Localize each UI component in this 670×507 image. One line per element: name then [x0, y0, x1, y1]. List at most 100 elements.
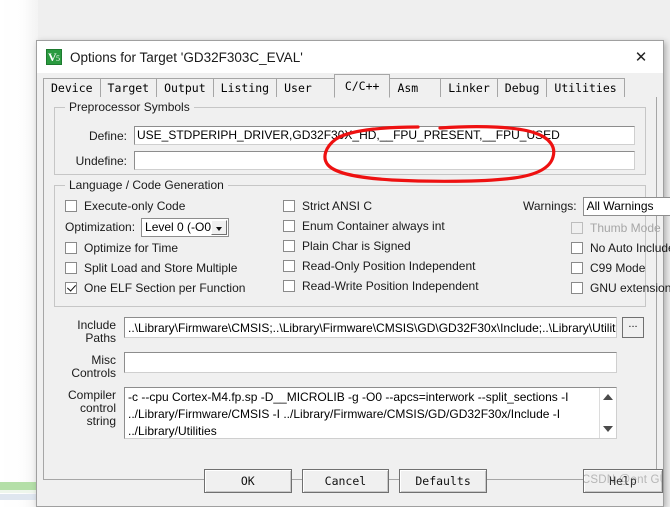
- paths-section: Include Paths ..\Library\Firmware\CMSIS;…: [54, 317, 646, 439]
- ok-button[interactable]: OK: [204, 469, 292, 493]
- checkbox-read-only-position-independent[interactable]: Read-Only Position Independent: [283, 256, 523, 276]
- tab-user[interactable]: User: [276, 78, 335, 97]
- include-paths-label-line2: Paths: [85, 331, 116, 345]
- misc-controls-label-line1: Misc: [91, 353, 116, 367]
- include-paths-label: Include Paths: [56, 317, 124, 345]
- misc-controls-label-line2: Controls: [71, 366, 116, 380]
- tab-output[interactable]: Output: [156, 78, 214, 97]
- define-input[interactable]: USE_STDPERIPH_DRIVER,GD32F30X_HD,__FPU_P…: [134, 126, 635, 145]
- compiler-label-line1: Compiler: [67, 388, 116, 402]
- title-bar: Options for Target 'GD32F303C_EVAL' ✕: [37, 41, 663, 73]
- define-label: Define:: [88, 128, 127, 143]
- checkbox-box: [571, 282, 583, 294]
- close-icon[interactable]: ✕: [619, 42, 663, 73]
- c-cpp-tab-page: Preprocessor Symbols Define: USE_STDPERI…: [43, 97, 670, 480]
- checkbox-box: [571, 262, 583, 274]
- window-title: Options for Target 'GD32F303C_EVAL': [70, 49, 303, 65]
- dialog-footer: OK Cancel Defaults CSDN @ent GU Help: [37, 456, 663, 506]
- compiler-control-string-box: -c --cpu Cortex-M4.fp.sp -D__MICROLIB -g…: [124, 387, 617, 439]
- help-button-label: Help: [609, 474, 637, 488]
- checkbox-execute-only-code[interactable]: Execute-only Code: [65, 196, 283, 216]
- defaults-button[interactable]: Defaults: [399, 469, 487, 493]
- checkbox-strict-ansi-c[interactable]: Strict ANSI C: [283, 196, 523, 216]
- language-column-middle: Strict ANSI C Enum Container always int …: [283, 196, 523, 298]
- compiler-control-string-row: Compiler control string -c --cpu Cortex-…: [56, 387, 644, 439]
- undefine-input[interactable]: [134, 151, 635, 170]
- checkbox-box: [65, 242, 77, 254]
- optimization-value: Level 0 (-O0): [145, 220, 212, 234]
- optimization-label: Optimization:: [65, 220, 136, 234]
- checkbox-no-auto-includes[interactable]: No Auto Includes: [523, 238, 670, 258]
- checkbox-box: [65, 262, 77, 274]
- keil-uvision-icon: [46, 49, 62, 65]
- checkbox-read-write-position-independent[interactable]: Read-Write Position Independent: [283, 276, 523, 296]
- compiler-control-string-label: Compiler control string: [56, 387, 124, 428]
- checkbox-label: Read-Write Position Independent: [302, 279, 479, 293]
- checkbox-label: Read-Only Position Independent: [302, 259, 476, 273]
- tab-device[interactable]: Device: [43, 78, 101, 97]
- preprocessor-symbols-legend: Preprocessor Symbols: [65, 100, 194, 114]
- checkbox-label: Execute-only Code: [84, 199, 186, 213]
- compiler-control-string-text: -c --cpu Cortex-M4.fp.sp -D__MICROLIB -g…: [128, 390, 569, 438]
- checkbox-label: Thumb Mode: [590, 221, 661, 235]
- tab-c-cpp[interactable]: C/C++: [333, 74, 391, 98]
- checkbox-label: Strict ANSI C: [302, 199, 373, 213]
- checkbox-gnu-extensions[interactable]: GNU extensions: [523, 278, 670, 298]
- language-column-right: Warnings: All Warnings Thumb Mode No Aut…: [523, 196, 670, 298]
- undefine-label: Undefine:: [75, 153, 127, 168]
- background-editor-panel: [0, 0, 38, 507]
- compiler-label-line3: string: [86, 414, 116, 428]
- checkbox-c99-mode[interactable]: C99 Mode: [523, 258, 670, 278]
- checkbox-box: [65, 200, 77, 212]
- cancel-button[interactable]: Cancel: [301, 469, 390, 493]
- tab-strip: Device Target Output Listing User C/C++ …: [43, 73, 663, 98]
- warnings-select[interactable]: All Warnings: [582, 196, 670, 216]
- include-paths-label-line1: Include: [77, 318, 116, 332]
- tab-utilities[interactable]: Utilities: [546, 78, 625, 97]
- checkbox-optimize-for-time[interactable]: Optimize for Time: [65, 238, 283, 258]
- checkbox-label: Plain Char is Signed: [302, 239, 411, 253]
- compiler-scrollbar[interactable]: [599, 388, 616, 438]
- warnings-label: Warnings:: [523, 199, 577, 213]
- tab-linker[interactable]: Linker: [440, 78, 498, 97]
- checkbox-label: One ELF Section per Function: [84, 281, 246, 295]
- tab-listing[interactable]: Listing: [212, 78, 278, 97]
- background-blue-band: [0, 494, 38, 500]
- warnings-row: Warnings: All Warnings: [523, 196, 670, 216]
- checkbox-enum-container-always-int[interactable]: Enum Container always int: [283, 216, 523, 236]
- checkbox-box: [571, 242, 583, 254]
- checkbox-label: No Auto Includes: [590, 241, 670, 255]
- background-green-band-light: [0, 490, 38, 493]
- browse-include-paths-button[interactable]: ...: [622, 317, 644, 338]
- optimization-select[interactable]: Level 0 (-O0): [141, 217, 230, 237]
- checkbox-box: [283, 280, 295, 292]
- misc-controls-label: Misc Controls: [56, 352, 124, 380]
- options-for-target-dialog: Options for Target 'GD32F303C_EVAL' ✕ De…: [36, 40, 670, 507]
- include-paths-input[interactable]: ..\Library\Firmware\CMSIS;..\Library\Fir…: [124, 317, 617, 338]
- checkbox-box: [283, 220, 295, 232]
- tab-target[interactable]: Target: [99, 78, 158, 97]
- checkbox-label: Enum Container always int: [302, 219, 445, 233]
- language-code-generation-group: Language / Code Generation Execute-only …: [54, 178, 670, 307]
- checkbox-plain-char-is-signed[interactable]: Plain Char is Signed: [283, 236, 523, 256]
- warnings-value: All Warnings: [586, 199, 654, 213]
- optimization-row: Optimization: Level 0 (-O0): [65, 216, 283, 238]
- scroll-down-icon[interactable]: [603, 425, 613, 433]
- tab-asm[interactable]: Asm: [389, 78, 442, 97]
- checkbox-box: [283, 200, 295, 212]
- tab-debug[interactable]: Debug: [496, 78, 548, 97]
- checkbox-box: [283, 240, 295, 252]
- checkbox-thumb-mode: Thumb Mode: [523, 218, 670, 238]
- preprocessor-symbols-group: Preprocessor Symbols Define: USE_STDPERI…: [54, 100, 646, 175]
- background-green-band: [0, 482, 38, 490]
- chevron-down-icon: [211, 219, 228, 235]
- misc-controls-row: Misc Controls: [56, 352, 644, 380]
- checkbox-label: GNU extensions: [590, 281, 670, 295]
- help-button[interactable]: CSDN @ent GU Help: [582, 469, 663, 493]
- checkbox-split-load-and-store-multiple[interactable]: Split Load and Store Multiple: [65, 258, 283, 278]
- checkbox-one-elf-section-per-function[interactable]: One ELF Section per Function: [65, 278, 283, 298]
- scroll-up-icon[interactable]: [603, 393, 613, 401]
- misc-controls-input[interactable]: [124, 352, 617, 373]
- checkbox-label: Optimize for Time: [84, 241, 179, 255]
- checkbox-box: [571, 222, 583, 234]
